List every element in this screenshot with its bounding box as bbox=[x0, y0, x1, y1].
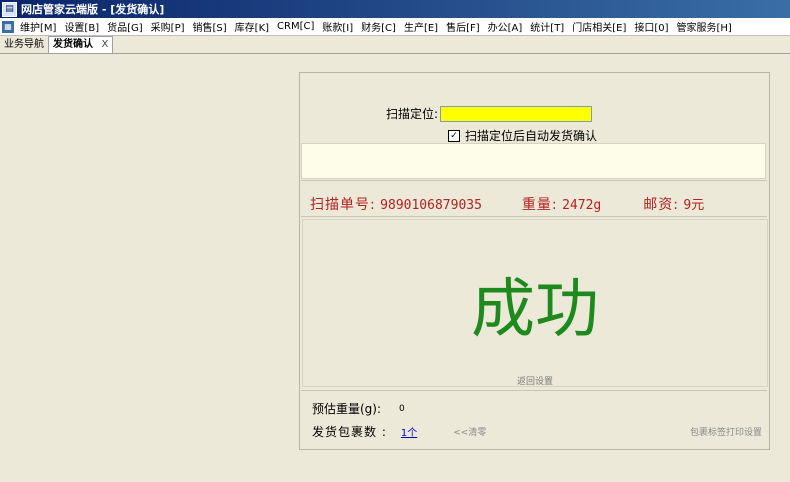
menu-item-interface[interactable]: 接口[0] bbox=[631, 19, 673, 34]
scan-info-row: 扫描单号: 9890106879035 重量: 2472g 邮资: 9元 bbox=[310, 194, 744, 214]
app-icon: ▤ bbox=[2, 1, 17, 17]
package-count-row: 发货包裹数 : 1个 <<清零 包裹标签打印设置 bbox=[312, 423, 762, 440]
auto-confirm-row[interactable]: ✓ 扫描定位后自动发货确认 bbox=[448, 127, 597, 144]
clear-button[interactable]: <<清零 bbox=[453, 425, 486, 438]
order-number-label: 扫描单号: bbox=[310, 197, 376, 213]
package-count-label: 发货包裹数 : bbox=[312, 425, 387, 439]
divider bbox=[301, 180, 767, 181]
menu-item-statistics[interactable]: 统计[T] bbox=[527, 19, 569, 34]
menu-item-office[interactable]: 办公[A] bbox=[485, 19, 528, 34]
tab-business-nav[interactable]: 业务导航 bbox=[0, 37, 48, 53]
postage-value: 9元 bbox=[683, 198, 705, 213]
package-count-link[interactable]: 1个 bbox=[401, 424, 417, 439]
shipment-confirm-panel: 扫描定位: ✓ 扫描定位后自动发货确认 扫描单号: 9890106879035 … bbox=[299, 72, 770, 450]
menu-item-finance[interactable]: 财务[C] bbox=[358, 19, 401, 34]
order-number-value: 9890106879035 bbox=[380, 198, 482, 213]
menu-item-service[interactable]: 管家服务[H] bbox=[674, 19, 737, 34]
scan-label: 扫描定位: bbox=[386, 107, 439, 121]
result-status-text: 成功 bbox=[471, 273, 599, 347]
package-label-print-settings-link[interactable]: 包裹标签打印设置 bbox=[690, 425, 762, 438]
tab-bar: 业务导航 发货确认 X bbox=[0, 36, 790, 54]
menu-item-inventory[interactable]: 库存[K] bbox=[232, 19, 274, 34]
divider bbox=[301, 390, 767, 391]
scan-input[interactable] bbox=[440, 105, 593, 122]
scan-row: 扫描定位: bbox=[386, 105, 593, 122]
postage-label: 邮资: bbox=[643, 197, 679, 213]
menu-item-sales[interactable]: 销售[S] bbox=[190, 19, 232, 34]
auto-confirm-checkbox[interactable]: ✓ bbox=[448, 129, 460, 142]
menu-item-after-sales[interactable]: 售后[F] bbox=[443, 19, 485, 34]
menu-bar: ▦ 维护[M] 设置[B] 货品[G] 采购[P] 销售[S] 库存[K] CR… bbox=[0, 18, 790, 36]
message-area bbox=[301, 143, 766, 179]
estimated-weight-row: 预估重量(g): 0 bbox=[312, 400, 405, 417]
window-titlebar: ▤ 网店管家云端版 - [发货确认] bbox=[0, 0, 790, 18]
estimated-weight-label: 预估重量(g): bbox=[312, 402, 382, 416]
menu-item-purchase[interactable]: 采购[P] bbox=[148, 19, 190, 34]
result-box: 成功 返回设置 bbox=[302, 219, 768, 387]
close-icon[interactable]: X bbox=[101, 39, 108, 50]
return-settings-link[interactable]: 返回设置 bbox=[303, 374, 767, 387]
window-title: 网店管家云端版 - [发货确认] bbox=[21, 3, 165, 16]
menu-item-settings[interactable]: 设置[B] bbox=[61, 19, 104, 34]
menu-item-maintain[interactable]: 维护[M] bbox=[17, 19, 61, 34]
menu-item-production[interactable]: 生产[E] bbox=[401, 19, 443, 34]
menu-item-crm[interactable]: CRM[C] bbox=[274, 21, 319, 32]
weight-value: 2472g bbox=[562, 198, 602, 213]
weight-label: 重量: bbox=[521, 197, 558, 213]
auto-confirm-label: 扫描定位后自动发货确认 bbox=[465, 129, 598, 143]
menu-app-icon[interactable]: ▦ bbox=[2, 20, 14, 33]
tab-shipment-confirm[interactable]: 发货确认 X bbox=[48, 36, 114, 53]
tab-shipment-confirm-label: 发货确认 bbox=[53, 39, 93, 50]
menu-item-store[interactable]: 门店相关[E] bbox=[569, 19, 631, 34]
menu-item-accounts[interactable]: 账款[I] bbox=[319, 19, 358, 34]
estimated-weight-value: 0 bbox=[399, 403, 405, 414]
menu-item-goods[interactable]: 货品[G] bbox=[104, 19, 148, 34]
divider bbox=[301, 216, 767, 217]
